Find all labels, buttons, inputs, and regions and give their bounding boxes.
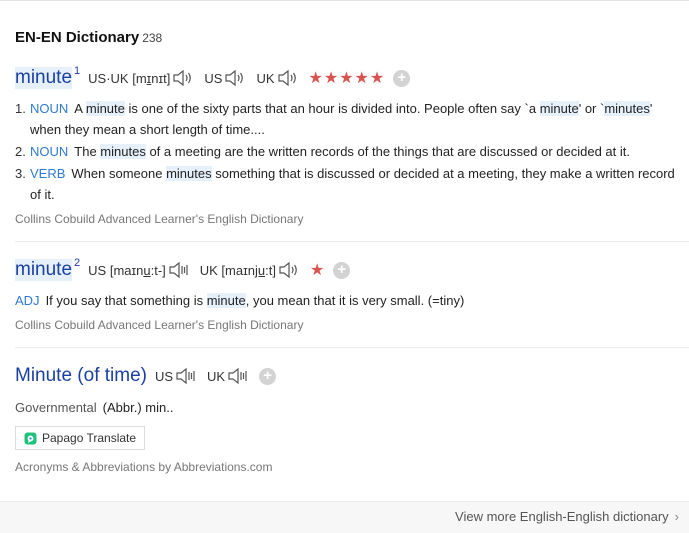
homograph-number: 2 [74,257,81,269]
papago-logo-icon [24,432,37,444]
sense-item: 1. NOUN A minute is one of the sixty part… [15,101,653,137]
us-label: US [154,368,174,384]
headword-link[interactable]: Minute (of time) [15,365,147,387]
headword-link[interactable]: minute [15,259,73,281]
pronunciation-us-uk: US·UK [mɪnɪt] [88,70,171,86]
dictionary-source: Collins Cobuild Advanced Learner's Engli… [15,212,304,226]
speaker-us-icon[interactable] [224,69,246,87]
speaker-uk-icon[interactable] [277,69,299,87]
sense-item: 3. VERB When someone minutes something th… [15,166,675,202]
homograph-number: 1 [74,65,81,77]
sense-item: 2. NOUN The minutes of a meeting are the … [15,144,630,159]
speaker-uk-icon[interactable] [278,261,300,279]
entry-header: minute 2 US [maɪnu:t-] UK [maɪnju:t] ★ + [15,256,689,284]
papago-translate-button[interactable]: Papago Translate [15,426,146,450]
dictionary-source: Collins Cobuild Advanced Learner's Engli… [15,318,304,332]
entry-divider [15,347,689,348]
part-of-speech: NOUN [30,144,69,159]
headword-link[interactable]: minute [15,67,73,89]
abbreviation-row: Governmental (Abbr.) min.. [15,400,689,415]
part-of-speech: NOUN [30,101,69,116]
speaker-icon[interactable] [172,69,194,87]
dictionary-source: Acronyms & Abbreviations by Abbreviation… [15,460,273,474]
top-divider [0,0,689,1]
chevron-right-icon: › [674,509,679,524]
section-title: EN-EN Dictionary 238 [15,29,162,46]
dictionary-title: EN-EN Dictionary [15,29,140,46]
sense-list: 1. NOUN A minute is one of the sixty part… [15,98,689,205]
entry-minute-of-time: Minute (of time) US UK + Governmental (Ab… [15,362,689,474]
entry-divider [15,241,689,242]
add-to-wordbook-icon[interactable]: + [259,367,277,385]
entry-header: Minute (of time) US UK + [15,362,689,390]
result-count: 238 [142,31,163,45]
entry-header: minute 1 US·UK [mɪnɪt] US UK ★★★★★ + [15,64,689,92]
part-of-speech: VERB [30,166,66,181]
us-label: US [204,70,223,86]
speaker-us-icon[interactable] [168,261,190,279]
pronunciation-uk: UK [maɪnju:t] [199,262,276,278]
add-to-wordbook-icon[interactable]: + [333,261,351,279]
sense-item: ADJ If you say that something is minute, … [15,293,465,308]
footer-bar: View more English-English dictionary › [0,501,689,533]
papago-label: Papago Translate [42,431,137,445]
view-more-link[interactable]: View more English-English dictionary › [455,509,679,524]
speaker-uk-icon[interactable] [227,367,249,385]
frequency-stars: ★ [309,262,326,279]
entry-minute-2: minute 2 US [maɪnu:t-] UK [maɪnju:t] ★ + … [15,256,689,332]
entry-minute-1: minute 1 US·UK [mɪnɪt] US UK ★★★★★ + 1. N… [15,64,689,226]
pronunciation-us: US [maɪnu:t-] [88,262,166,278]
uk-label: UK [207,368,226,384]
sense-list: ADJ If you say that something is minute, … [15,290,689,311]
part-of-speech: ADJ [15,293,40,308]
uk-label: UK [256,70,275,86]
add-to-wordbook-icon[interactable]: + [393,69,411,87]
abbreviation-text: (Abbr.) min.. [102,400,174,415]
category-label: Governmental [15,400,97,415]
speaker-us-icon[interactable] [175,367,197,385]
frequency-stars: ★★★★★ [308,70,386,87]
